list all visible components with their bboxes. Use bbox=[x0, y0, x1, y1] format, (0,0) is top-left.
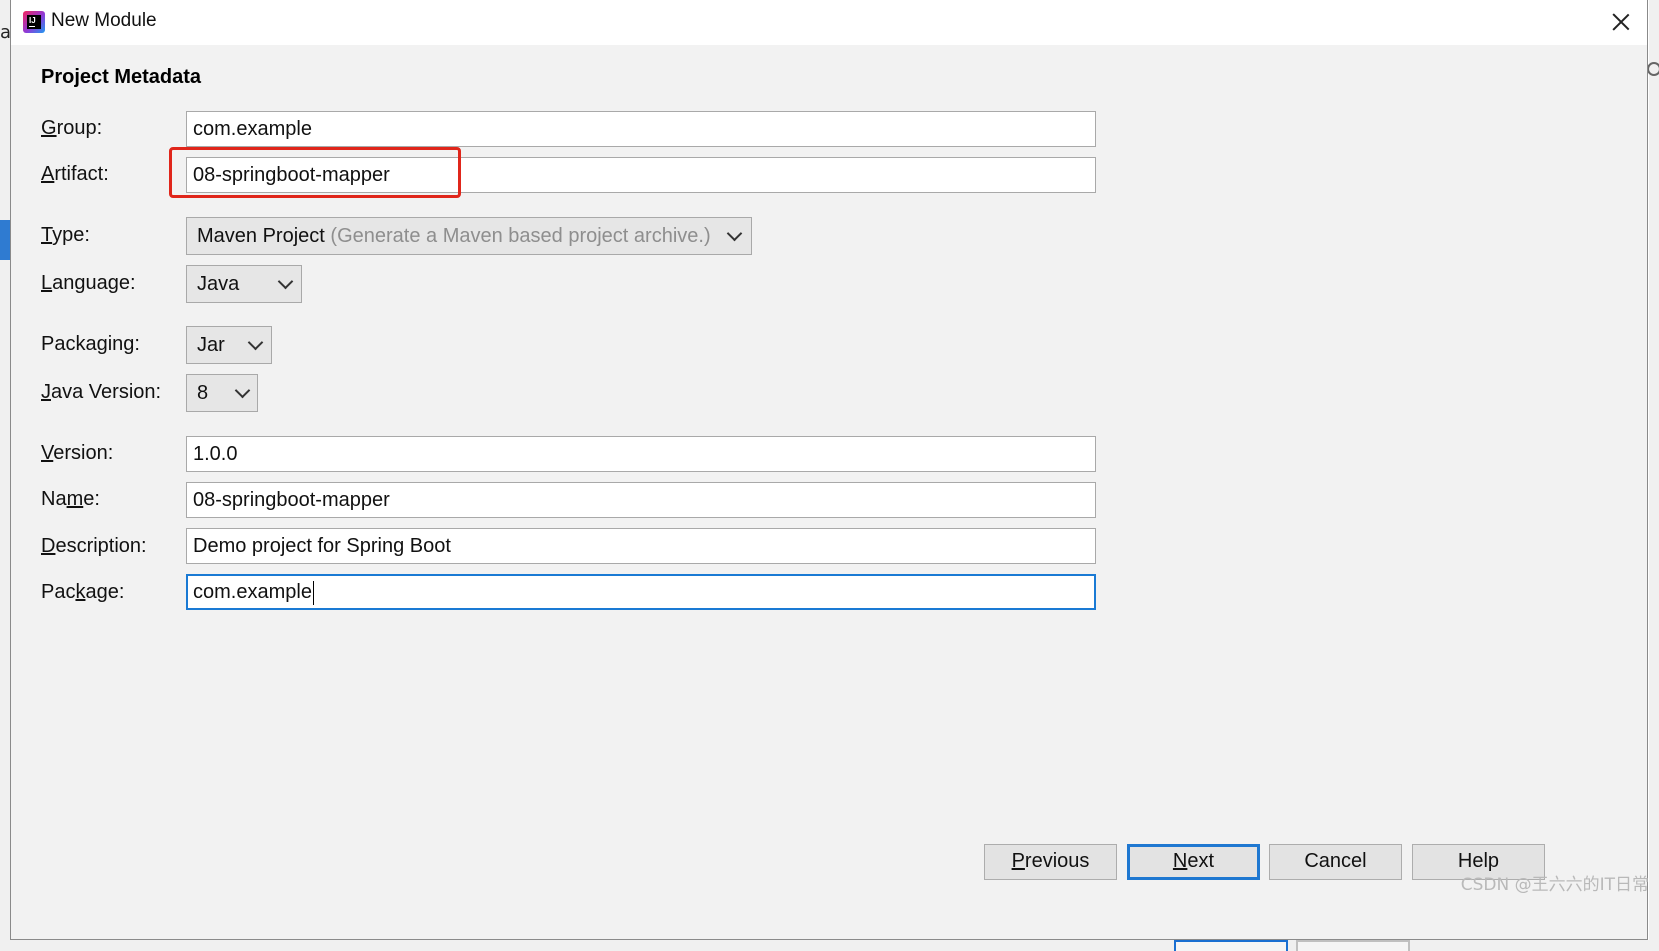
new-module-dialog: IJ New Module Project Metadata Group: co… bbox=[10, 0, 1648, 940]
artifact-label: Artifact: bbox=[41, 163, 109, 185]
text-caret bbox=[312, 580, 314, 605]
previous-button[interactable]: Previous bbox=[984, 844, 1117, 880]
version-label: Version: bbox=[41, 442, 114, 464]
packaging-label: Packaging: bbox=[41, 333, 140, 355]
type-select[interactable]: Maven Project (Generate a Maven based pr… bbox=[186, 217, 752, 255]
background-ok-button bbox=[1174, 940, 1288, 951]
java-version-label: Java Version: bbox=[41, 381, 162, 403]
cancel-button[interactable]: Cancel bbox=[1269, 844, 1402, 880]
window-title: New Module bbox=[51, 10, 157, 31]
group-label: Group: bbox=[41, 117, 103, 139]
background-window-right bbox=[1649, 0, 1659, 951]
chevron-down-icon bbox=[249, 337, 261, 349]
background-cancel-button bbox=[1296, 940, 1410, 951]
intellij-app-icon: IJ bbox=[23, 11, 45, 33]
chevron-down-icon bbox=[279, 276, 291, 288]
language-select[interactable]: Java bbox=[186, 265, 302, 303]
description-input[interactable]: Demo project for Spring Boot bbox=[186, 528, 1096, 564]
type-hint: (Generate a Maven based project archive.… bbox=[330, 225, 711, 247]
java-version-value: 8 bbox=[197, 382, 209, 404]
description-label: Description: bbox=[41, 535, 147, 557]
java-version-select[interactable]: 8 bbox=[186, 374, 258, 412]
package-label: Package: bbox=[41, 581, 125, 603]
background-selection-strip bbox=[0, 220, 10, 260]
type-label: Type: bbox=[41, 224, 90, 246]
package-input[interactable]: com.example bbox=[186, 574, 1096, 610]
close-icon[interactable] bbox=[1609, 10, 1633, 34]
packaging-value: Jar bbox=[197, 334, 225, 356]
watermark: CSDN @王六六的IT日常 bbox=[1460, 875, 1649, 895]
language-label: Language: bbox=[41, 272, 136, 294]
package-value: com.example bbox=[193, 581, 312, 603]
name-label: Name: bbox=[41, 488, 100, 510]
version-input[interactable]: 1.0.0 bbox=[186, 436, 1096, 472]
background-circle-icon bbox=[1647, 62, 1659, 76]
background-window-left bbox=[0, 0, 10, 951]
title-bar: IJ New Module bbox=[11, 0, 1647, 45]
packaging-select[interactable]: Jar bbox=[186, 326, 272, 364]
next-button[interactable]: Next bbox=[1127, 844, 1260, 880]
artifact-input[interactable]: 08-springboot-mapper bbox=[186, 157, 1096, 193]
language-value: Java bbox=[197, 273, 240, 295]
chevron-down-icon bbox=[728, 228, 740, 240]
name-input[interactable]: 08-springboot-mapper bbox=[186, 482, 1096, 518]
type-value: Maven Project bbox=[197, 225, 325, 247]
group-input[interactable]: com.example bbox=[186, 111, 1096, 147]
chevron-down-icon bbox=[236, 385, 248, 397]
section-title: Project Metadata bbox=[41, 66, 202, 88]
